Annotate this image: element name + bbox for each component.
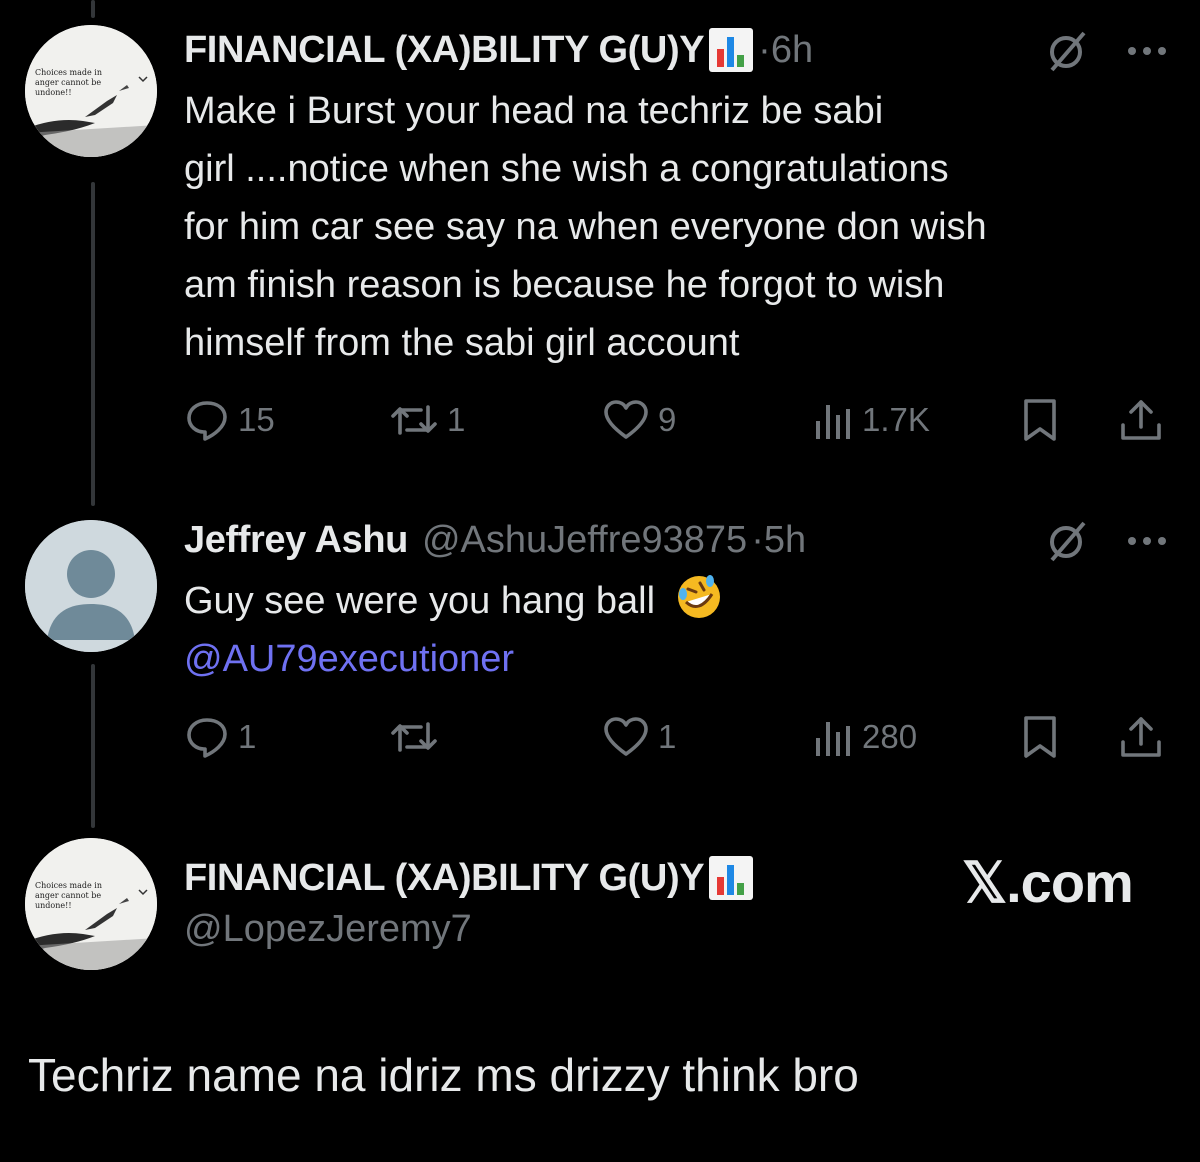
more-options-icon[interactable] bbox=[1126, 44, 1168, 63]
tweet-1-actions: 15 1 9 1.7K bbox=[184, 395, 1174, 445]
bar-chart-emoji-icon bbox=[708, 855, 754, 901]
timestamp[interactable]: ·5h bbox=[751, 519, 806, 562]
avatar-logo-text-2: anger cannot be bbox=[35, 78, 101, 87]
timestamp[interactable]: ·6h bbox=[758, 29, 813, 72]
grok-icon[interactable] bbox=[1044, 28, 1090, 79]
bookmark-button[interactable] bbox=[1020, 712, 1060, 762]
display-name[interactable]: FINANCIAL (XA)BILITY G(U)Y bbox=[184, 857, 705, 900]
avatar-logo-text-1: Choices made in bbox=[35, 881, 102, 890]
views-icon bbox=[816, 405, 850, 439]
bar-chart-emoji-icon bbox=[708, 27, 754, 73]
tweet-text-line: himself from the sabi girl account bbox=[184, 322, 740, 364]
display-name[interactable]: Jeffrey Ashu bbox=[184, 519, 408, 562]
reply-button[interactable]: 15 bbox=[184, 395, 275, 445]
views-button[interactable]: 1.7K bbox=[814, 395, 930, 445]
heart-icon bbox=[604, 400, 648, 439]
tweet-text-line: girl ....notice when she wish a congratu… bbox=[184, 148, 949, 190]
x-brand-watermark: 𝕏.com bbox=[962, 851, 1134, 914]
avatar[interactable] bbox=[25, 520, 157, 652]
mention-link[interactable]: @AU79executioner bbox=[184, 630, 1144, 688]
thread-line-1 bbox=[91, 182, 95, 506]
share-icon bbox=[1121, 717, 1161, 757]
tweet-2-actions: 1 1 280 bbox=[184, 712, 1174, 762]
bookmark-icon bbox=[1024, 716, 1056, 758]
caption-text: Techriz name na idriz ms drizzy think br… bbox=[28, 1049, 859, 1101]
rofl-emoji-icon bbox=[677, 575, 720, 618]
reply-count: 1 bbox=[238, 718, 257, 755]
reply-button[interactable]: 1 bbox=[184, 712, 256, 762]
thread-line-2 bbox=[91, 664, 95, 828]
like-count: 9 bbox=[658, 401, 677, 438]
share-button[interactable] bbox=[1118, 712, 1164, 762]
repost-count: 1 bbox=[447, 401, 466, 438]
repost-button[interactable]: 1 bbox=[389, 395, 465, 445]
view-count: 280 bbox=[862, 718, 918, 755]
avatar-logo-text-2: anger cannot be bbox=[35, 891, 101, 900]
display-name[interactable]: FINANCIAL (XA)BILITY G(U)Y bbox=[184, 29, 705, 72]
avatar-logo-text-3: undone!! bbox=[35, 901, 72, 910]
repost-button[interactable] bbox=[389, 712, 447, 762]
handle[interactable]: @LopezJeremy7 bbox=[184, 908, 472, 951]
reply-icon bbox=[187, 401, 227, 441]
avatar[interactable]: Choices made in anger cannot be undone!! bbox=[25, 25, 157, 157]
heart-icon bbox=[604, 717, 648, 756]
views-icon bbox=[816, 722, 850, 756]
share-icon bbox=[1121, 400, 1161, 440]
bookmark-icon bbox=[1024, 399, 1056, 441]
tweet-text: Guy see were you hang ball bbox=[184, 580, 656, 622]
tweet-text-line: for him car see say na when everyone don… bbox=[184, 206, 987, 248]
more-options-icon[interactable] bbox=[1126, 534, 1168, 553]
views-button[interactable]: 280 bbox=[814, 712, 917, 762]
tweet-2-header: Jeffrey Ashu @AshuJeffre93875 ·5h bbox=[184, 514, 806, 566]
bookmark-button[interactable] bbox=[1020, 395, 1060, 445]
tweet-text-line: am finish reason is because he forgot to… bbox=[184, 264, 945, 306]
thread-line-top bbox=[91, 0, 95, 18]
grok-icon[interactable] bbox=[1044, 518, 1090, 569]
repost-icon bbox=[391, 405, 437, 435]
avatar-logo-text-3: undone!! bbox=[35, 88, 72, 97]
share-button[interactable] bbox=[1118, 395, 1164, 445]
like-count: 1 bbox=[658, 718, 677, 755]
avatar-logo-text-1: Choices made in bbox=[35, 68, 102, 77]
tweet-1-text: Make i Burst your head na techriz be sab… bbox=[184, 82, 1144, 372]
quoted-author-header: FINANCIAL (XA)BILITY G(U)Y bbox=[184, 852, 754, 904]
avatar[interactable]: Choices made in anger cannot be undone!! bbox=[25, 838, 157, 970]
tweet-text-line: Make i Burst your head na techriz be sab… bbox=[184, 90, 884, 132]
reply-icon bbox=[187, 718, 227, 758]
tweet-1-header: FINANCIAL (XA)BILITY G(U)Y ·6h bbox=[184, 24, 813, 76]
tweet-2-text: Guy see were you hang ball @AU79executio… bbox=[184, 572, 1144, 688]
handle[interactable]: @AshuJeffre93875 bbox=[422, 519, 747, 562]
view-count: 1.7K bbox=[862, 401, 930, 438]
tweet-text-line: Guy see were you hang ball bbox=[184, 572, 1144, 630]
like-button[interactable]: 9 bbox=[602, 395, 676, 445]
repost-icon bbox=[391, 722, 437, 752]
reply-count: 15 bbox=[238, 401, 275, 438]
like-button[interactable]: 1 bbox=[602, 712, 676, 762]
